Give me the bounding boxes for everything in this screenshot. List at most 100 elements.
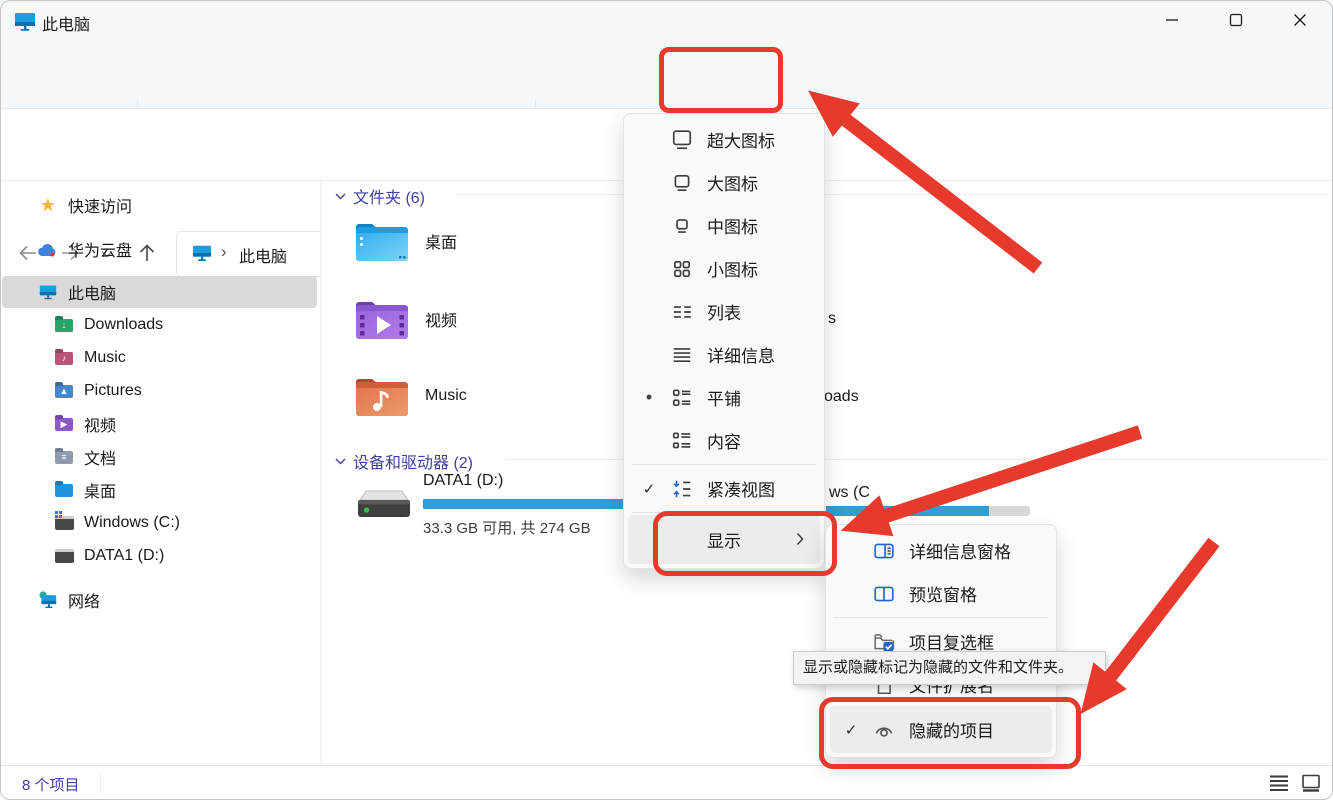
view-menu: 超大图标 大图标 中图标 小图标 列表 详细信息 • 平铺 内容 ✓ 紧凑视图	[623, 113, 825, 569]
menu-item-compact-view[interactable]: ✓ 紧凑视图	[628, 467, 820, 510]
submenu-item-preview-pane[interactable]: 预览窗格	[830, 572, 1052, 615]
folder-tile-label: Music	[425, 387, 467, 405]
close-icon	[1293, 13, 1307, 27]
menu-item-show[interactable]: 显示	[628, 515, 820, 564]
menu-separator	[834, 617, 1048, 618]
drive-usage-bar	[423, 499, 653, 509]
folders-group-label: 文件夹 (6)	[353, 184, 425, 208]
menu-item-details[interactable]: 详细信息	[628, 333, 820, 376]
sidebar-item-desktop[interactable]: 桌面	[2, 474, 317, 506]
sidebar-item-quick-access[interactable]: ★ 快速访问	[2, 189, 317, 221]
sidebar-item-label: Music	[84, 349, 126, 367]
sidebar-item-downloads[interactable]: ↓ Downloads	[2, 309, 317, 341]
downloads-folder-icon: ↓	[55, 319, 73, 332]
folder-tile-music[interactable]: Music	[353, 372, 467, 420]
drive-c-usage-bar	[826, 506, 1030, 516]
command-toolbar: 新建 排序 查看	[0, 42, 1333, 109]
network-icon	[38, 591, 58, 609]
status-bar: 8 个项目	[0, 765, 1333, 800]
sidebar-item-windows-c[interactable]: Windows (C:)	[2, 507, 317, 539]
menu-item-label: 预览窗格	[909, 581, 977, 606]
folder-tile-label: 视频	[425, 307, 457, 331]
sidebar-item-music[interactable]: ♪ Music	[2, 342, 317, 374]
maximize-button[interactable]	[1213, 0, 1259, 40]
collapse-chevron-icon	[335, 193, 346, 200]
menu-item-large-icons[interactable]: 大图标	[628, 161, 820, 204]
sidebar-item-videos[interactable]: ▶ 视频	[2, 408, 317, 440]
sidebar-item-label: Windows (C:)	[84, 514, 180, 532]
close-button[interactable]	[1277, 0, 1323, 40]
hidden-item-fragment: s	[828, 310, 836, 328]
tiles-view-icon	[670, 386, 694, 410]
menu-separator	[632, 512, 816, 513]
item-count: 8 个项目	[22, 774, 80, 795]
minimize-icon	[1165, 13, 1179, 27]
menu-item-list[interactable]: 列表	[628, 290, 820, 333]
menu-item-label: 大图标	[707, 170, 758, 195]
menu-item-label: 详细信息窗格	[909, 538, 1011, 563]
hidden-item-fragment: oads	[824, 388, 859, 406]
title-bar: 此电脑	[0, 0, 1333, 42]
sidebar-item-huawei-cloud[interactable]: 华为云盘	[2, 233, 317, 265]
drive-label: DATA1 (D:)	[423, 472, 653, 490]
drive-info-data1[interactable]: DATA1 (D:) 33.3 GB 可用, 共 274 GB	[423, 472, 653, 538]
menu-item-content[interactable]: 内容	[628, 419, 820, 462]
music-folder-icon: ♪	[55, 352, 73, 365]
sidebar-item-data1-d[interactable]: DATA1 (D:)	[2, 540, 317, 572]
drive-tile-data1[interactable]	[351, 486, 415, 530]
folder-tile-videos[interactable]: 视频	[353, 295, 457, 343]
monitor-icon	[38, 283, 58, 301]
folder-tile-desktop[interactable]: 桌面	[353, 217, 457, 265]
menu-item-medium-icons[interactable]: 中图标	[628, 204, 820, 247]
group-divider	[457, 194, 1327, 195]
menu-item-extra-large-icons[interactable]: 超大图标	[628, 118, 820, 161]
menu-item-label: 显示	[707, 527, 741, 552]
menu-item-label: 详细信息	[707, 342, 775, 367]
large-icons-icon	[670, 171, 694, 195]
compact-view-icon	[670, 477, 694, 501]
content-view-icon	[670, 429, 694, 453]
details-view-icon	[670, 343, 694, 367]
drive-usage-fill	[423, 499, 625, 509]
sidebar-item-label: Pictures	[84, 382, 142, 400]
selected-radio-marker: •	[636, 387, 662, 408]
submenu-chevron-icon	[796, 532, 804, 546]
videos-folder-icon	[353, 295, 411, 343]
small-icons-icon	[670, 257, 694, 281]
cloud-icon	[38, 240, 58, 258]
menu-item-tiles[interactable]: • 平铺	[628, 376, 820, 419]
status-divider	[100, 772, 101, 794]
sidebar-item-documents[interactable]: ≡ 文档	[2, 441, 317, 473]
sidebar-item-label: 文档	[84, 445, 116, 469]
thumbnail-layout-toggle-icon[interactable]	[1300, 773, 1322, 793]
menu-item-label: 中图标	[707, 213, 758, 238]
collapse-chevron-icon	[335, 458, 346, 465]
sidebar-item-this-pc[interactable]: 此电脑	[2, 276, 317, 308]
menu-item-small-icons[interactable]: 小图标	[628, 247, 820, 290]
sidebar-item-network[interactable]: 网络	[2, 584, 317, 616]
drive-icon	[55, 549, 74, 563]
preview-pane-icon	[872, 582, 896, 606]
sidebar-item-label: 快速访问	[68, 193, 132, 217]
star-icon: ★	[38, 196, 58, 214]
menu-item-label: 紧凑视图	[707, 476, 775, 501]
checkmark: ✓	[636, 480, 662, 498]
extra-large-icons-icon	[670, 128, 694, 152]
menu-item-label: 隐藏的项目	[909, 717, 994, 742]
menu-separator	[632, 464, 816, 465]
drives-group-header[interactable]: 设备和驱动器 (2)	[335, 449, 473, 473]
drives-group-label: 设备和驱动器 (2)	[353, 449, 473, 473]
minimize-button[interactable]	[1149, 0, 1195, 40]
music-folder-icon	[353, 372, 411, 420]
submenu-item-details-pane[interactable]: 详细信息窗格	[830, 529, 1052, 572]
sidebar-item-pictures[interactable]: ▲ Pictures	[2, 375, 317, 407]
submenu-item-hidden-items[interactable]: ✓ 隐藏的项目	[830, 706, 1052, 753]
window-title: 此电脑	[42, 11, 90, 35]
details-layout-toggle-icon[interactable]	[1268, 773, 1290, 793]
folders-group-header[interactable]: 文件夹 (6)	[335, 184, 425, 208]
desktop-folder-icon	[55, 484, 73, 497]
menu-item-label: 平铺	[707, 385, 741, 410]
sidebar-item-label: 此电脑	[68, 280, 116, 304]
sidebar-item-label: DATA1 (D:)	[84, 547, 164, 565]
sidebar-item-label: 视频	[84, 412, 116, 436]
